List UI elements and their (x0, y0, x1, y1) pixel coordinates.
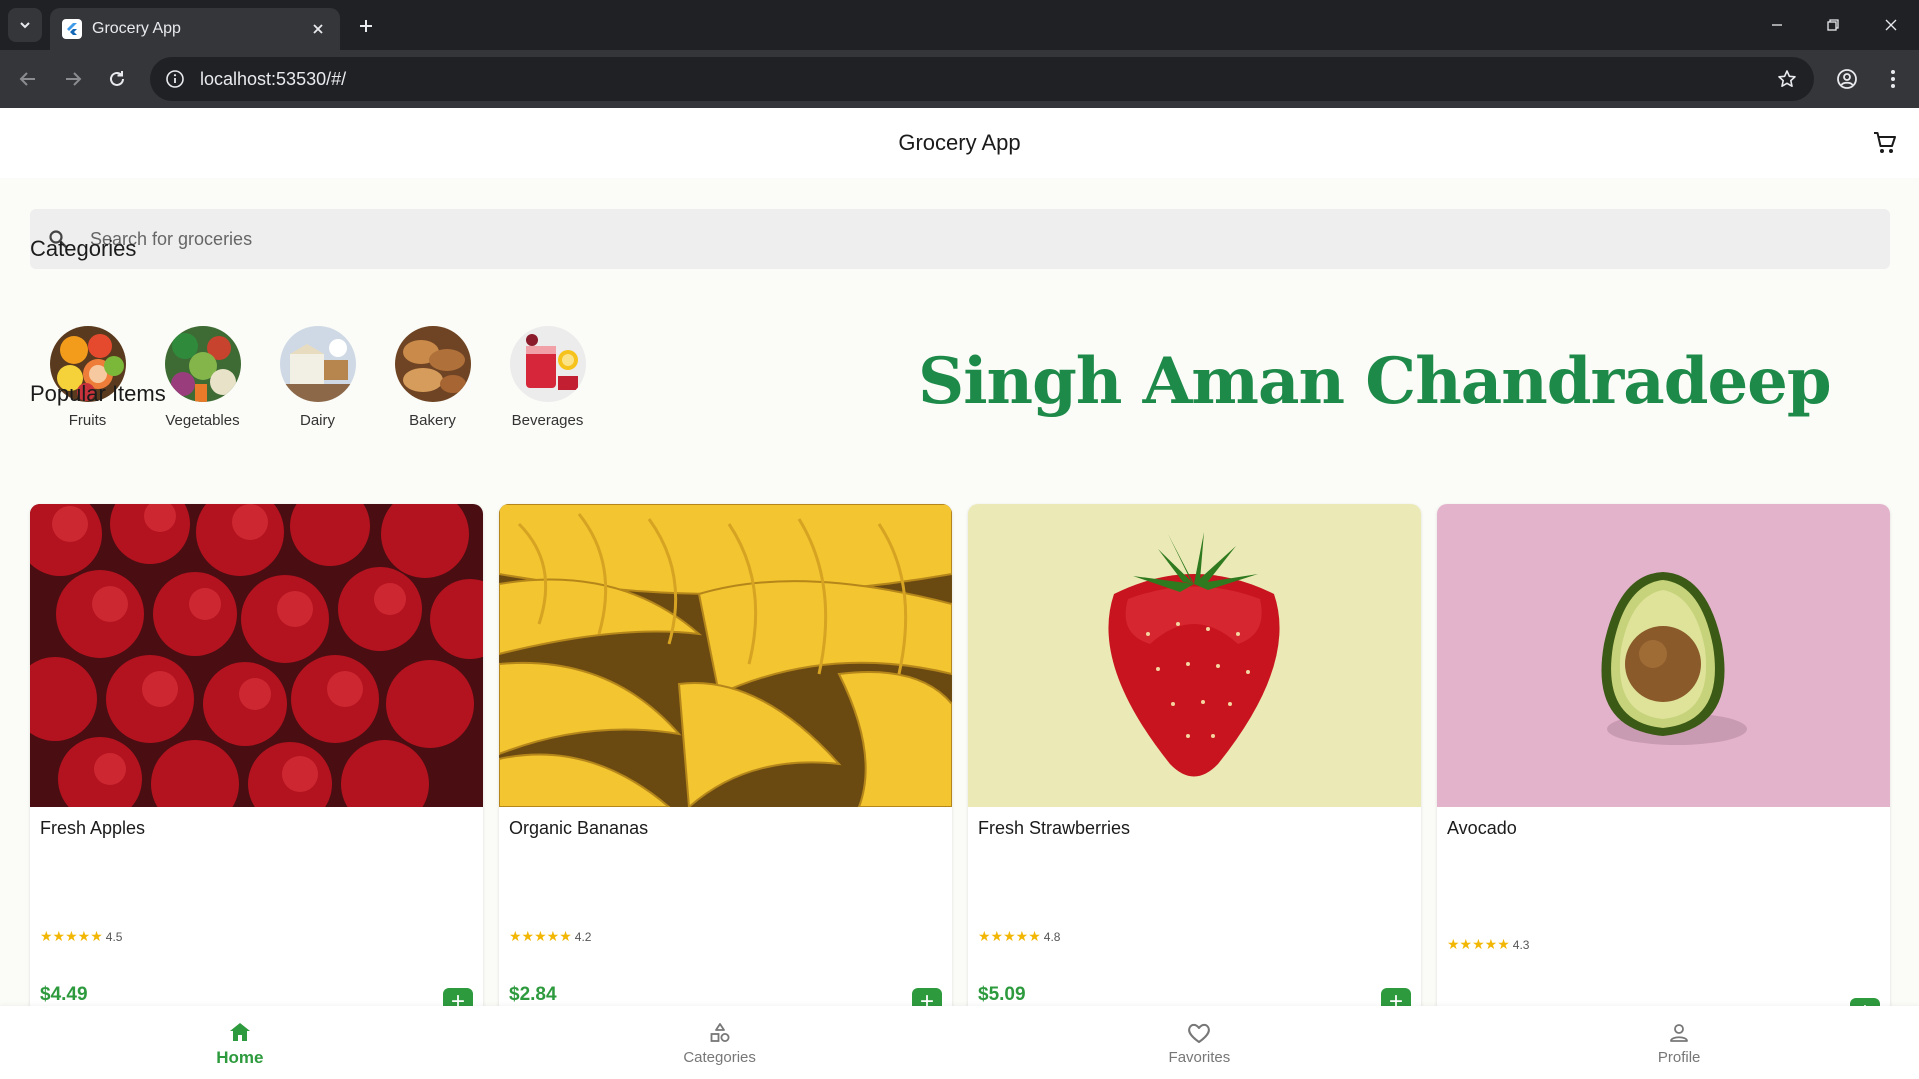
shopping-cart-icon (1874, 132, 1896, 153)
address-bar[interactable]: localhost:53530/#/ (150, 57, 1814, 101)
browser-tab[interactable]: Grocery App (50, 8, 340, 50)
rating-value: 4.2 (574, 929, 592, 944)
nav-label: Categories (683, 1049, 756, 1066)
close-icon (1885, 19, 1897, 31)
search-input[interactable] (90, 228, 1790, 250)
chevron-down-icon (20, 22, 30, 29)
rating-value: 4.3 (1512, 937, 1530, 952)
restore-button[interactable] (1818, 10, 1848, 40)
product-grid: Fresh Apples ★★★★★ 4.5 $4.49 + Organic B… (30, 504, 1890, 1024)
star-rating-icon: ★★★★★ (978, 928, 1041, 944)
reload-button[interactable] (100, 62, 134, 96)
site-info-icon[interactable] (164, 68, 186, 90)
app-title: Grocery App (898, 130, 1021, 155)
bakery-thumbnail (394, 326, 471, 402)
category-fruits[interactable]: Fruits (30, 326, 145, 429)
product-price: $2.84 (509, 984, 557, 1005)
category-label: Beverages (511, 412, 584, 429)
app-bar: Grocery App (0, 108, 1919, 178)
category-beverages[interactable]: Beverages (490, 326, 605, 429)
nav-label: Profile (1657, 1049, 1701, 1066)
beverages-thumbnail (509, 326, 586, 402)
avocado-image (1437, 504, 1890, 807)
popular-items-heading: Popular Items (30, 381, 166, 406)
dairy-thumbnail (279, 326, 356, 402)
shapes-icon (706, 1019, 734, 1047)
product-rating: ★★★★★ 4.5 (40, 928, 122, 945)
search-bar[interactable] (30, 209, 1890, 269)
product-card-bananas[interactable]: Organic Bananas ★★★★★ 4.2 $2.84 + (499, 504, 952, 1024)
nav-categories[interactable]: Categories (480, 1006, 960, 1079)
plus-icon (360, 20, 372, 32)
star-rating-icon: ★★★★★ (40, 928, 103, 944)
product-name: Avocado (1447, 818, 1517, 838)
close-window-button[interactable] (1876, 10, 1906, 40)
star-rating-icon: ★★★★★ (1447, 936, 1510, 952)
nav-label: Home (216, 1047, 264, 1067)
product-name: Organic Bananas (509, 818, 649, 838)
category-label: Dairy (299, 412, 335, 429)
arrow-right-icon (66, 72, 82, 86)
product-card-strawberries[interactable]: Fresh Strawberries ★★★★★ 4.8 $5.09 + (968, 504, 1421, 1024)
heart-icon (1185, 1019, 1213, 1047)
product-price: $5.09 (978, 984, 1026, 1005)
nav-favorites[interactable]: Favorites (960, 1006, 1440, 1079)
nav-profile[interactable]: Profile (1439, 1006, 1919, 1079)
bottom-navigation: Home Categories Favorites Profile (0, 1006, 1919, 1079)
flutter-icon (62, 19, 82, 39)
apples-image (30, 504, 483, 807)
vegetables-thumbnail (164, 326, 241, 402)
rating-value: 4.5 (105, 929, 123, 944)
arrow-left-icon (19, 72, 35, 86)
more-vert-icon (1891, 70, 1895, 88)
product-rating: ★★★★★ 4.3 (1447, 936, 1529, 953)
category-dairy[interactable]: Dairy (260, 326, 375, 429)
product-name: Fresh Apples (40, 818, 146, 838)
categories-heading: Categories (30, 236, 137, 261)
profile-button[interactable] (1830, 62, 1864, 96)
restore-icon (1827, 19, 1839, 31)
star-rating-icon: ★★★★★ (509, 928, 572, 944)
strawberry-image (968, 504, 1421, 807)
browser-menu-button[interactable] (1876, 62, 1910, 96)
category-label: Bakery (409, 412, 456, 429)
category-bakery[interactable]: Bakery (375, 326, 490, 429)
category-vegetables[interactable]: Vegetables (145, 326, 260, 429)
browser-tab-bar: Grocery App (0, 0, 1919, 50)
forward-button[interactable] (56, 62, 90, 96)
minimize-icon (1772, 24, 1782, 26)
reload-icon (110, 71, 124, 86)
product-rating: ★★★★★ 4.8 (978, 928, 1060, 945)
nav-home[interactable]: Home (0, 1006, 480, 1079)
author-watermark: Singh Aman Chandradeep (918, 344, 1832, 419)
account-circle-icon (1837, 69, 1857, 89)
product-name: Fresh Strawberries (978, 818, 1131, 838)
url-text: localhost:53530/#/ (200, 68, 347, 89)
tab-title: Grocery App (92, 20, 181, 37)
category-label: Fruits (68, 412, 107, 429)
product-card-apples[interactable]: Fresh Apples ★★★★★ 4.5 $4.49 + (30, 504, 483, 1024)
back-button[interactable] (11, 62, 45, 96)
minimize-button[interactable] (1762, 10, 1792, 40)
nav-label: Favorites (1168, 1049, 1231, 1066)
app-viewport: Grocery App Categories (0, 108, 1919, 1079)
product-price: $4.49 (40, 984, 88, 1005)
bananas-image (499, 504, 952, 807)
person-icon (1665, 1019, 1693, 1047)
product-rating: ★★★★★ 4.2 (509, 928, 591, 945)
home-icon (226, 1018, 254, 1046)
tab-list-button[interactable] (8, 8, 42, 42)
cart-button[interactable] (1869, 127, 1901, 159)
close-tab-icon[interactable] (308, 19, 328, 39)
category-list: Fruits Vegetables Dairy Bakery Beverages (30, 326, 605, 429)
category-label: Vegetables (165, 412, 240, 429)
rating-value: 4.8 (1043, 929, 1061, 944)
browser-toolbar: localhost:53530/#/ (0, 50, 1919, 108)
new-tab-button[interactable] (352, 12, 380, 40)
bookmark-star-icon[interactable] (1774, 66, 1800, 92)
product-card-avocado[interactable]: Avocado ★★★★★ 4.3 + (1437, 504, 1890, 1024)
